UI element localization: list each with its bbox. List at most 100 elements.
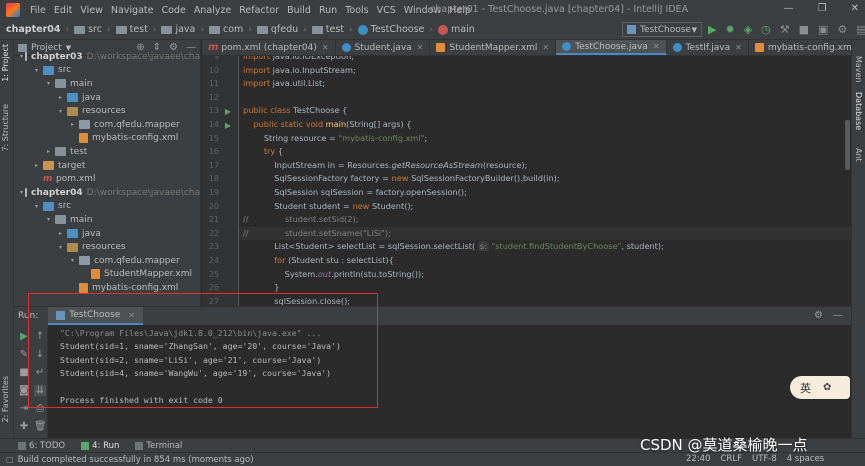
coverage-icon[interactable]: ◈ [744,23,752,37]
database-tool-button[interactable]: Database [854,92,863,130]
indent-setting[interactable]: 4 spaces [787,454,824,464]
menu-edit[interactable]: Edit [50,5,76,16]
tree-item[interactable]: ▾ com.qfedu.mapper [14,254,200,268]
editor-scrollbar[interactable] [845,120,850,170]
chevron-right-icon[interactable]: ▸ [56,230,65,237]
breadcrumb-java[interactable]: java [161,24,195,35]
close-icon[interactable]: ✕ [322,43,329,52]
trash-icon[interactable]: 🗑 [34,421,47,432]
run-configuration-select[interactable]: TestChoose ▼ [622,22,702,37]
minimize-icon[interactable]: — [784,3,794,14]
ant-tool-button[interactable]: Ant [854,148,863,162]
tree-item[interactable]: ▾ src [14,200,200,214]
editor-tab[interactable]: Student.java ✕ [336,40,431,55]
breadcrumb-qfedu[interactable]: qfedu [256,24,298,35]
hide-icon[interactable]: — [833,310,843,321]
maven-tool-button[interactable]: Maven [854,56,863,83]
watermark: CSDN @莫道桑榆晚一点 [640,436,808,454]
run-gutter-icon[interactable]: ▶ [225,105,231,119]
editor-tab[interactable]: mybatis-config.xml✕ [749,40,851,55]
caret-position[interactable]: 22:40 [686,454,711,464]
chevron-down-icon[interactable]: ▾ [32,67,41,74]
close-icon[interactable]: ✕ [851,3,859,14]
close-icon[interactable]: ✕ [653,42,660,51]
build-icon[interactable]: ⚒ [780,23,790,37]
menu-vcs[interactable]: VCS [373,5,400,16]
stop-icon[interactable]: ■ [799,23,809,37]
line-separator[interactable]: CRLF [721,454,742,464]
tree-item[interactable]: ▾ chapter03D:\workspace\javaee\chapter03 [14,50,200,64]
code-editor[interactable]: import java.io.IOException; import java.… [239,56,851,306]
status-message[interactable]: Build completed successfully in 854 ms (… [18,455,254,465]
run-tool-button[interactable]: 4: Run [81,441,119,451]
menu-view[interactable]: View [76,5,107,16]
chevron-down-icon[interactable]: ▾ [44,80,53,87]
profile-icon[interactable]: ◷ [761,23,771,37]
menu-file[interactable]: File [26,5,50,16]
status-build-icon[interactable]: ▢ [6,455,14,464]
pin-icon[interactable]: ✚ [18,421,30,432]
breadcrumb-project[interactable]: chapter04 [6,24,61,35]
chevron-right-icon[interactable]: ▸ [32,162,41,169]
chevron-right-icon[interactable]: ▸ [68,121,77,128]
run-icon[interactable]: ▶ [708,23,716,37]
todo-tool-button[interactable]: 6: TODO [18,441,65,451]
chevron-right-icon[interactable]: ▸ [56,94,65,101]
gear-icon[interactable]: ⚙ [814,310,823,321]
editor-tab[interactable]: TestChoose.java ✕ [556,40,667,55]
tree-item[interactable]: mybatis-config.xml [14,132,200,146]
chevron-right-icon[interactable]: ▸ [44,148,53,155]
settings-icon[interactable]: ⚙ [837,23,847,37]
menu-run[interactable]: Run [315,5,341,16]
tree-item[interactable]: ▸ java [14,91,200,105]
tree-item[interactable]: ▾ main [14,213,200,227]
tree-item[interactable]: ▸ com.qfedu.mapper [14,118,200,132]
file-encoding[interactable]: UTF-8 [752,454,777,464]
tree-item[interactable]: ▾ main [14,77,200,91]
tree-item[interactable]: StudentMapper.xml [14,268,200,282]
tree-item[interactable]: ▾ resources [14,104,200,118]
breadcrumb-test-package[interactable]: test [311,24,344,35]
breadcrumb-com[interactable]: com [208,24,243,35]
menu-analyze[interactable]: Analyze [190,5,235,16]
chevron-down-icon[interactable]: ▾ [20,53,23,60]
tree-item[interactable]: ▾ resources [14,240,200,254]
editor-tab[interactable]: StudentMapper.xml ✕ [430,40,557,55]
menu-code[interactable]: Code [157,5,189,16]
breadcrumb-class[interactable]: TestChoose [357,24,424,35]
breadcrumb-test[interactable]: test [115,24,148,35]
breadcrumb-method[interactable]: main [438,24,475,35]
run-gutter-icon[interactable]: ▶ [225,119,231,133]
favorites-tool-button[interactable]: 2: Favorites [1,376,10,422]
close-icon[interactable]: ✕ [542,43,549,52]
tree-item[interactable]: ▸ target [14,159,200,173]
tree-item[interactable]: ▸ test [14,145,200,159]
breadcrumb-src[interactable]: src [74,24,102,35]
chevron-down-icon[interactable]: ▾ [20,189,23,196]
ime-indicator[interactable]: 英 ✿ [790,376,850,399]
tree-item[interactable]: m pom.xml [14,172,200,186]
close-icon[interactable]: ✕ [735,43,742,52]
structure-tool-button[interactable]: 7: Structure [1,104,10,152]
menu-refactor[interactable]: Refactor [235,5,283,16]
menu-navigate[interactable]: Navigate [107,5,158,16]
restore-icon[interactable]: ❐ [818,3,827,14]
chevron-down-icon[interactable]: ▾ [44,216,53,223]
chevron-down-icon[interactable]: ▾ [56,244,65,251]
tree-item[interactable]: ▾ src [14,64,200,78]
chevron-down-icon[interactable]: ▾ [56,108,65,115]
tree-item[interactable]: ▾ chapter04D:\workspace\javaee\chapter04 [14,186,200,200]
menu-build[interactable]: Build [283,5,315,16]
editor-tab[interactable]: TestIf.java ✕ [667,40,749,55]
project-tool-button[interactable]: 1: Project [1,44,10,82]
tree-item[interactable]: ▸ java [14,227,200,241]
project-structure-icon[interactable]: ▣ [818,23,828,37]
debug-icon[interactable]: ✹ [725,23,734,37]
menu-tools[interactable]: Tools [341,5,372,16]
chevron-down-icon[interactable]: ▾ [68,257,77,264]
close-icon[interactable]: ✕ [417,43,424,52]
chevron-down-icon[interactable]: ▾ [32,203,41,210]
sdk-icon[interactable]: ▤ [856,23,865,37]
editor-tab[interactable]: m pom.xml (chapter04) ✕ [202,40,336,55]
terminal-tool-button[interactable]: Terminal [135,441,182,451]
